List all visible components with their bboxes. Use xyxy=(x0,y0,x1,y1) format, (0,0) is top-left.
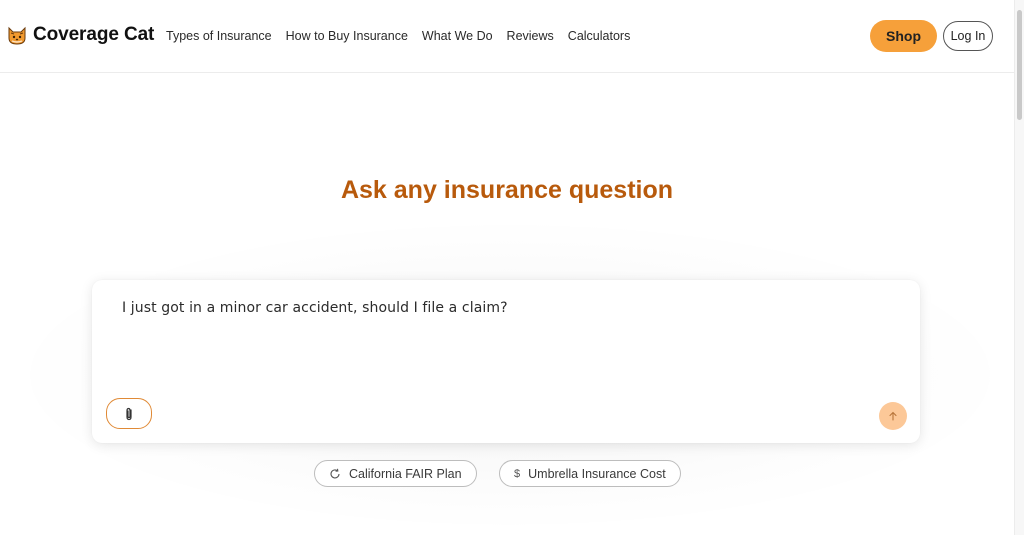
shop-button[interactable]: Shop xyxy=(870,20,937,52)
suggestion-chip-label: Umbrella Insurance Cost xyxy=(528,466,666,481)
question-composer[interactable]: I just got in a minor car accident, shou… xyxy=(92,280,920,443)
nav-item-what-we-do[interactable]: What We Do xyxy=(422,29,493,43)
send-button[interactable] xyxy=(879,402,907,430)
page-scrollbar[interactable] xyxy=(1014,0,1024,535)
scrollbar-thumb[interactable] xyxy=(1017,10,1022,120)
suggestion-chip-california-fair-plan[interactable]: California FAIR Plan xyxy=(314,460,477,487)
paperclip-icon xyxy=(126,407,132,420)
arrow-up-icon xyxy=(889,411,897,421)
dollar-icon: $ xyxy=(514,467,521,480)
site-header: Coverage Cat Types of Insurance How to B… xyxy=(0,0,1014,73)
suggestion-chip-umbrella-insurance-cost[interactable]: $ Umbrella Insurance Cost xyxy=(499,460,681,487)
main-nav: Types of Insurance How to Buy Insurance … xyxy=(166,29,644,43)
nav-item-how-to-buy[interactable]: How to Buy Insurance xyxy=(286,29,408,43)
nav-item-calculators[interactable]: Calculators xyxy=(568,29,631,43)
question-input[interactable]: I just got in a minor car accident, shou… xyxy=(122,300,508,316)
nav-item-reviews[interactable]: Reviews xyxy=(507,29,554,43)
cat-face-icon xyxy=(8,26,26,45)
brand-name: Coverage Cat xyxy=(33,24,155,45)
suggestion-chip-label: California FAIR Plan xyxy=(349,466,462,481)
nav-item-types-of-insurance[interactable]: Types of Insurance xyxy=(166,29,272,43)
refresh-icon xyxy=(329,468,341,480)
attach-file-button[interactable] xyxy=(106,398,152,429)
suggestion-chips: California FAIR Plan $ Umbrella Insuranc… xyxy=(0,460,1014,487)
login-button[interactable]: Log In xyxy=(943,21,993,51)
brand-logo-link[interactable]: Coverage Cat xyxy=(7,24,154,46)
page-title: Ask any insurance question xyxy=(340,176,674,204)
